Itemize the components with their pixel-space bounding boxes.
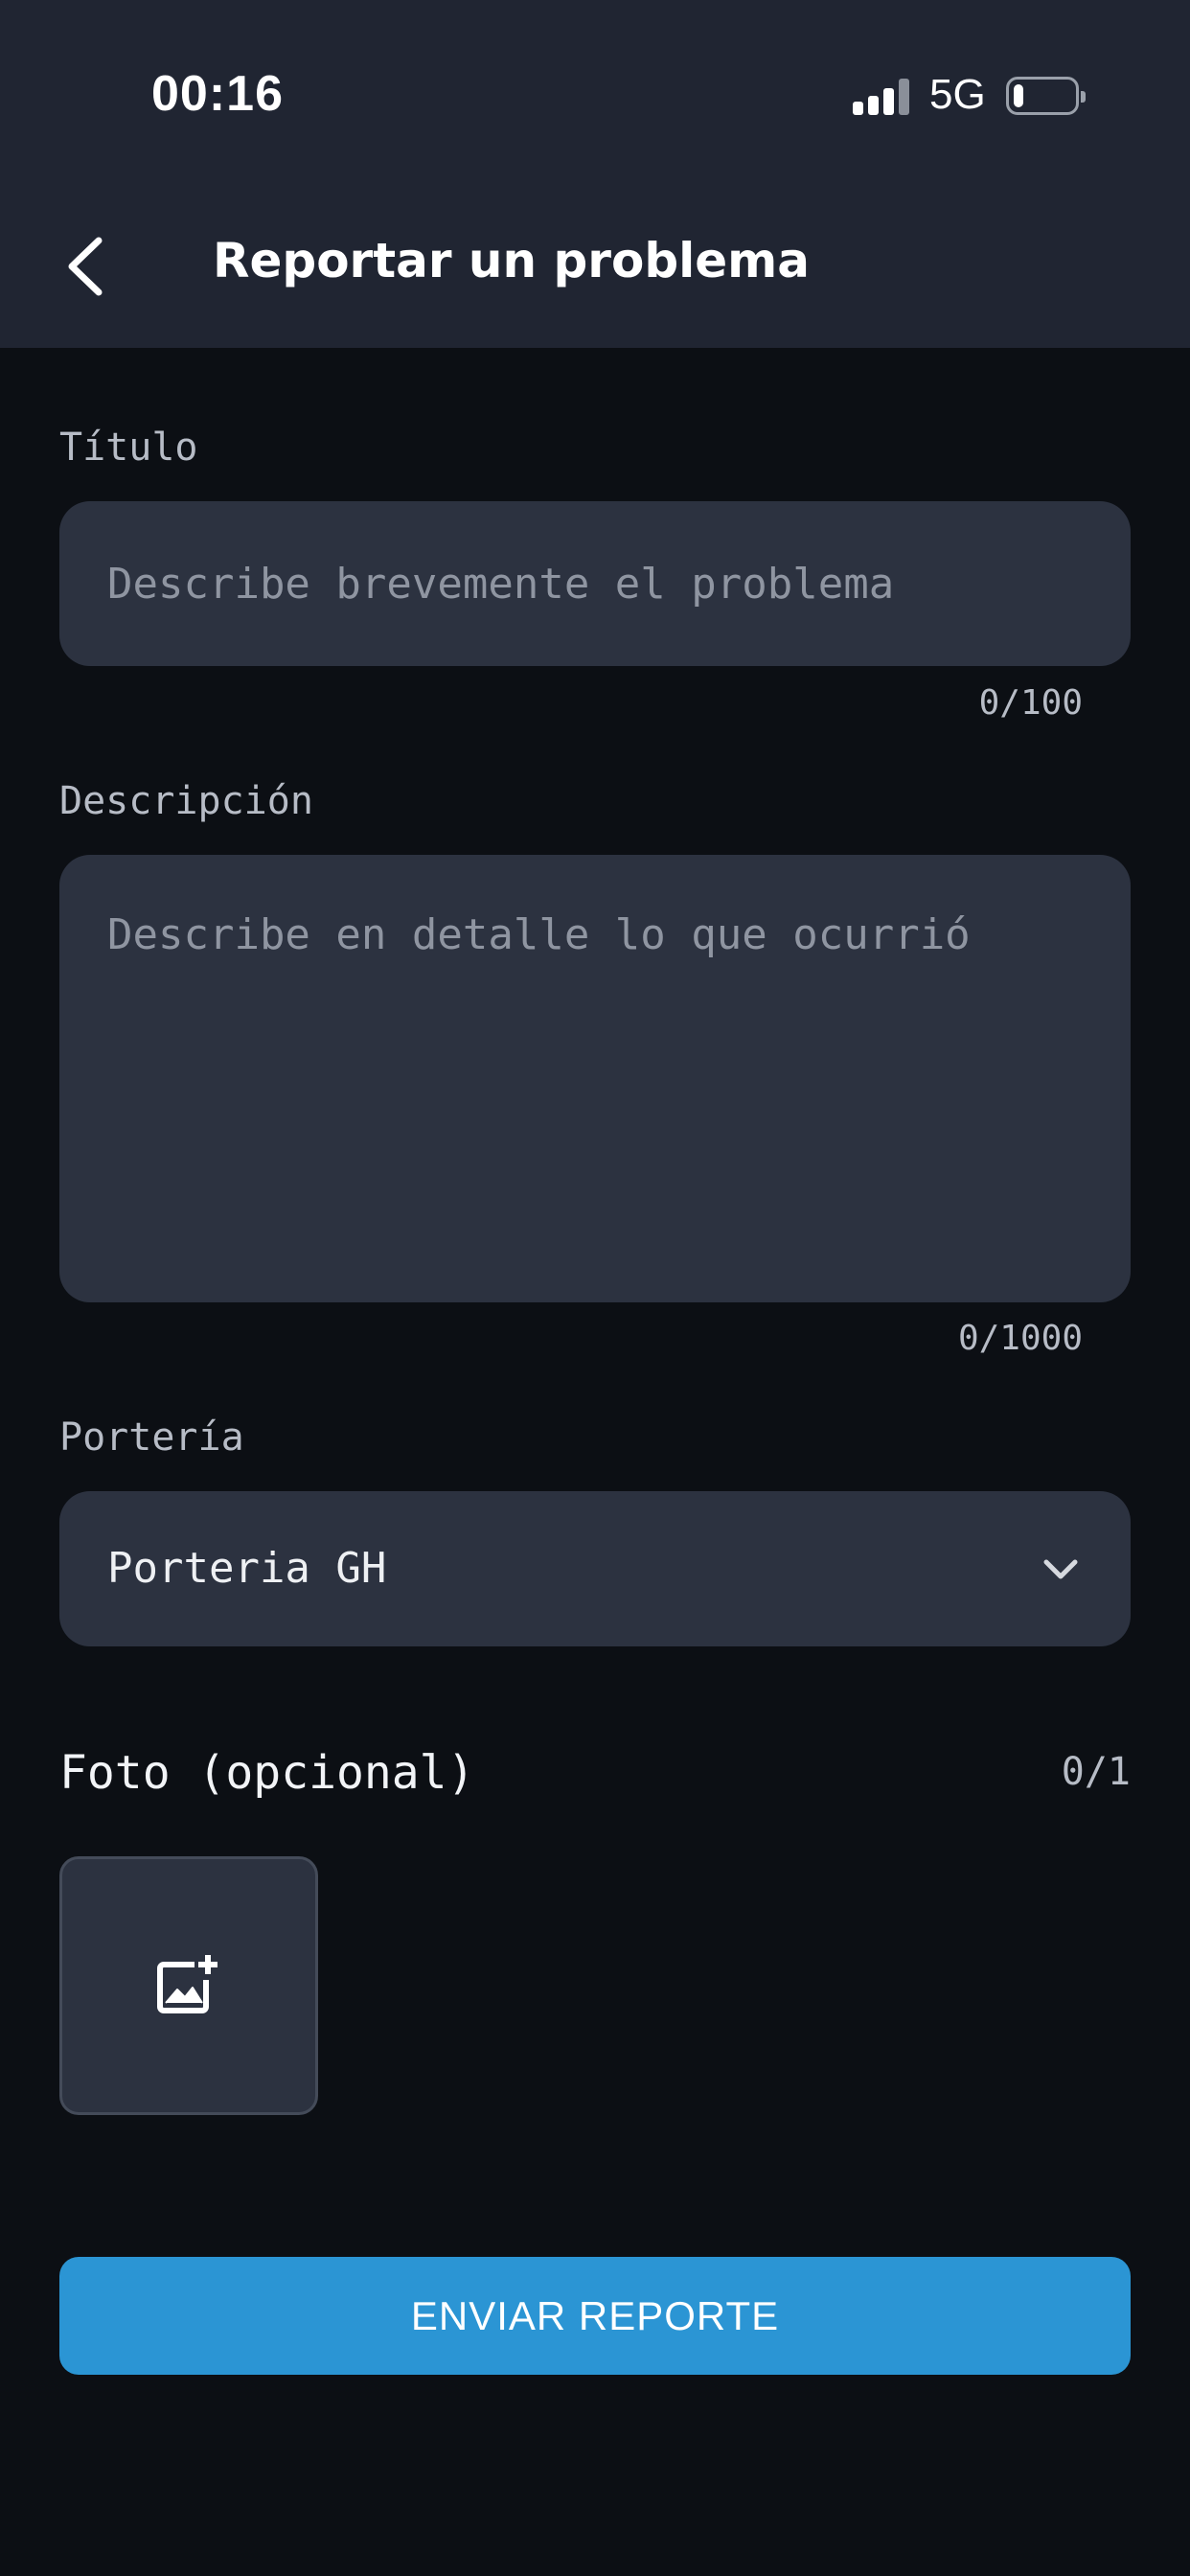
description-counter: 0/1000 (957, 1319, 1083, 1358)
porteria-label: Portería (59, 1415, 244, 1460)
chevron-left-icon (68, 237, 103, 296)
description-label: Descripción (59, 779, 313, 823)
porteria-selected-value: Porteria GH (107, 1544, 387, 1593)
title-counter: 0/100 (978, 683, 1083, 723)
photo-count: 0/1 (1061, 1750, 1131, 1794)
status-time: 00:16 (151, 66, 284, 122)
title-input[interactable] (59, 501, 1131, 666)
signal-icon (853, 77, 910, 115)
title-label: Título (59, 426, 198, 470)
chevron-down-icon (1043, 1559, 1078, 1579)
photo-label: Foto (opcional) (59, 1746, 475, 1800)
add-photo-button[interactable] (59, 1856, 318, 2115)
submit-report-button[interactable]: ENVIAR REPORTE (59, 2257, 1131, 2375)
porteria-select[interactable]: Porteria GH (59, 1491, 1131, 1646)
network-label: 5G (929, 71, 986, 118)
page-title: Reportar un problema (213, 233, 810, 288)
battery-icon (1006, 77, 1086, 115)
back-button[interactable] (48, 222, 125, 310)
report-problem-screen: 00:16 5G Reportar un problema Título 0/1… (0, 0, 1190, 2576)
header: 00:16 5G Reportar un problema (0, 0, 1190, 348)
description-textarea[interactable] (59, 855, 1131, 1302)
add-photo-icon (157, 1955, 217, 2013)
battery-level (1014, 84, 1023, 107)
